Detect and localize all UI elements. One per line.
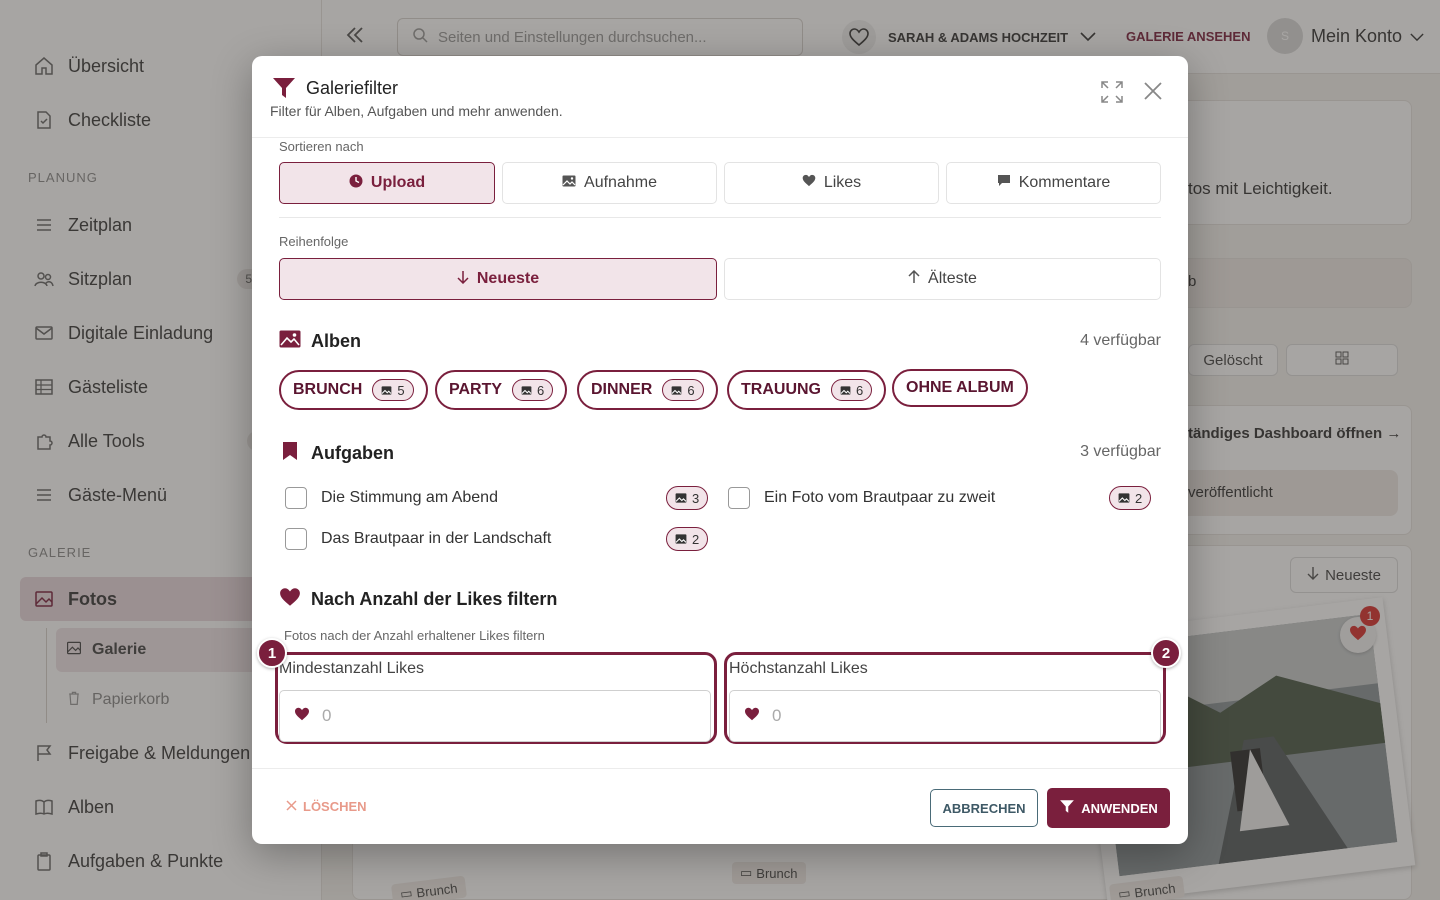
album-chip-party[interactable]: PARTY 6 <box>435 370 568 410</box>
album-chip-dinner[interactable]: DINNER 6 <box>577 370 718 410</box>
likes-hint: Fotos nach der Anzahl erhaltener Likes f… <box>284 628 545 643</box>
task-label: Die Stimmung am Abend <box>321 489 498 506</box>
likes-title: Nach Anzahl der Likes filtern <box>311 589 558 609</box>
arrow-down-icon <box>457 270 469 289</box>
heart-icon <box>279 587 301 612</box>
image-icon <box>675 491 687 506</box>
modal-footer: LÖSCHEN ABBRECHEN ANWENDEN <box>252 768 1188 844</box>
image-icon <box>521 383 532 398</box>
task-checkbox[interactable] <box>728 487 750 509</box>
max-likes-placeholder: 0 <box>772 706 782 725</box>
comment-icon <box>997 174 1011 192</box>
divider <box>279 217 1161 218</box>
image-icon <box>1118 491 1130 506</box>
image-icon <box>562 174 576 192</box>
modal-subtitle: Filter für Alben, Aufgaben und mehr anwe… <box>270 103 563 119</box>
sort-upload-button[interactable]: Upload <box>279 162 495 204</box>
min-likes-placeholder: 0 <box>322 706 332 725</box>
album-count: 6 <box>512 379 554 401</box>
close-icon <box>286 799 297 814</box>
sort-comments-button[interactable]: Kommentare <box>946 162 1161 204</box>
album-count: 6 <box>662 379 704 401</box>
album-chip-label: PARTY <box>449 381 503 398</box>
order-oldest-label: Älteste <box>928 270 977 287</box>
expand-icon[interactable] <box>1100 80 1124 109</box>
image-icon <box>381 383 392 398</box>
sort-capture-button[interactable]: Aufnahme <box>502 162 717 204</box>
order-newest-button[interactable]: Neueste <box>279 258 717 300</box>
modal-header: Galeriefilter Filter für Alben, Aufgaben… <box>252 56 1188 138</box>
task-item[interactable]: Das Brautpaar in der Landschaft <box>285 528 551 550</box>
image-icon <box>279 330 301 353</box>
album-count-value: 6 <box>687 382 695 398</box>
album-count: 6 <box>831 379 873 401</box>
clear-label: LÖSCHEN <box>303 799 367 814</box>
likes-section-title: Nach Anzahl der Likes filtern <box>279 587 557 612</box>
heart-icon <box>802 174 816 192</box>
albums-section-title: Alben <box>279 330 361 353</box>
clear-button[interactable]: LÖSCHEN <box>286 799 367 814</box>
albums-available: 4 verfügbar <box>1080 332 1161 349</box>
album-chip-brunch[interactable]: BRUNCH 5 <box>279 370 428 410</box>
image-icon <box>840 383 851 398</box>
task-item[interactable]: Die Stimmung am Abend <box>285 487 498 509</box>
task-label: Das Brautpaar in der Landschaft <box>321 530 552 547</box>
album-chip-no-album[interactable]: OHNE ALBUM <box>892 369 1028 407</box>
sort-by-label: Sortieren nach <box>279 139 364 154</box>
arrow-up-icon <box>908 269 920 289</box>
sort-likes-label: Likes <box>823 174 862 191</box>
annotation-marker-1: 1 <box>257 638 287 668</box>
task-count-value: 3 <box>692 490 700 506</box>
album-count-value: 6 <box>537 382 545 398</box>
task-count-value: 2 <box>1135 490 1143 506</box>
clock-icon <box>349 174 363 193</box>
sort-upload-label: Upload <box>370 174 426 191</box>
funnel-icon <box>1059 799 1075 817</box>
heart-icon <box>744 706 760 726</box>
apply-label: ANWENDEN <box>1081 800 1158 816</box>
album-chip-label: OHNE ALBUM <box>906 379 1014 396</box>
task-count-value: 2 <box>692 531 700 547</box>
image-icon <box>671 383 682 398</box>
funnel-icon <box>272 76 296 105</box>
image-icon <box>675 532 687 547</box>
album-count-value: 6 <box>856 382 864 398</box>
heart-icon <box>294 706 310 726</box>
task-item[interactable]: Ein Foto vom Brautpaar zu zweit <box>728 487 995 509</box>
order-oldest-button[interactable]: Älteste <box>724 258 1161 300</box>
close-icon[interactable] <box>1142 80 1164 107</box>
album-chip-label: DINNER <box>591 381 653 398</box>
album-chip-label: BRUNCH <box>293 381 363 398</box>
cancel-button[interactable]: ABBRECHEN <box>930 789 1038 827</box>
album-chip-ceremony[interactable]: TRAUUNG 6 <box>727 370 887 410</box>
max-likes-label: Höchstanzahl Likes <box>729 660 868 677</box>
order-label: Reihenfolge <box>279 234 349 249</box>
task-checkbox[interactable] <box>285 528 307 550</box>
albums-title: Alben <box>311 331 362 351</box>
album-chip-label: TRAUUNG <box>741 381 821 398</box>
annotation-marker-2: 2 <box>1151 638 1181 668</box>
min-likes-label: Mindestanzahl Likes <box>279 660 424 677</box>
sort-capture-label: Aufnahme <box>584 174 657 191</box>
sort-comments-label: Kommentare <box>1018 174 1111 191</box>
task-checkbox[interactable] <box>285 487 307 509</box>
max-likes-input[interactable]: 0 <box>729 690 1161 742</box>
tasks-title: Aufgaben <box>311 443 394 463</box>
album-count: 5 <box>372 379 414 401</box>
sort-likes-button[interactable]: Likes <box>724 162 939 204</box>
bookmark-icon <box>279 441 301 466</box>
tasks-section-title: Aufgaben <box>279 441 394 466</box>
apply-button[interactable]: ANWENDEN <box>1047 788 1170 828</box>
task-label: Ein Foto vom Brautpaar zu zweit <box>764 489 996 506</box>
album-count-value: 5 <box>397 382 405 398</box>
order-newest-label: Neueste <box>476 270 540 287</box>
task-count: 3 <box>666 486 709 510</box>
min-likes-input[interactable]: 0 <box>279 690 711 742</box>
task-count: 2 <box>1109 486 1152 510</box>
tasks-available: 3 verfügbar <box>1080 443 1161 460</box>
gallery-filter-modal: Galeriefilter Filter für Alben, Aufgaben… <box>252 56 1188 844</box>
modal-title: Galeriefilter <box>306 78 399 98</box>
task-count: 2 <box>666 527 709 551</box>
